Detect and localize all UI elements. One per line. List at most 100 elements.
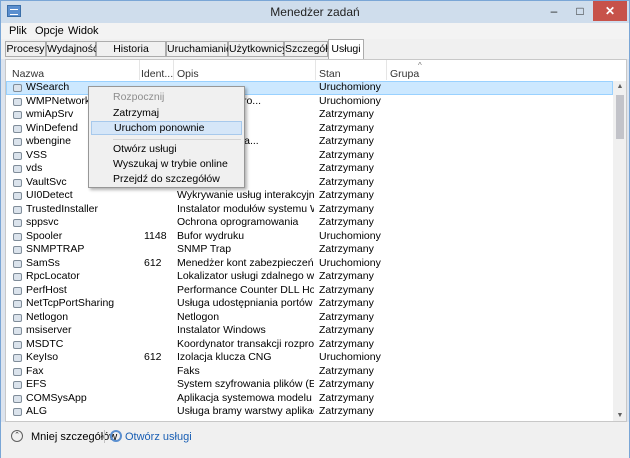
service-status: Zatrzymany (319, 310, 374, 323)
service-row[interactable]: RpcLocator Lokalizator usługi zdalnego wy… (6, 270, 613, 284)
service-description: Izolacja klucza CNG (177, 351, 272, 363)
tab-processes[interactable]: Procesy (5, 41, 46, 57)
service-description: Aplikacja systemowa modelu COM+ (177, 391, 314, 404)
service-row[interactable]: msiserver Instalator Windows Zatrzymany (6, 324, 613, 338)
menu-file[interactable]: Plik (9, 25, 27, 37)
service-name: sppsvc (26, 216, 59, 228)
tab-services[interactable]: Usługi (328, 39, 364, 59)
service-name: SNMPTRAP (26, 243, 85, 255)
service-icon (13, 84, 22, 92)
service-status: Zatrzymany (319, 162, 374, 174)
service-row[interactable]: KeyIso 612 Izolacja klucza CNG Uruchomiony (6, 351, 613, 365)
service-description: Lokalizator usługi zdalnego wywo... (177, 270, 314, 282)
column-pid[interactable]: Ident... (141, 68, 173, 80)
service-description: Menedżer kont zabezpieczeń (177, 256, 314, 269)
menu-options[interactable]: Opcje (35, 25, 64, 37)
column-divider[interactable] (139, 60, 140, 80)
tab-startup[interactable]: Uruchamianie (166, 41, 232, 57)
open-services-link[interactable]: Otwórz usługi (125, 431, 192, 443)
service-icon (13, 138, 22, 146)
column-divider[interactable] (386, 60, 387, 80)
service-icon (13, 367, 22, 376)
menu-view[interactable]: Widok (68, 25, 99, 37)
service-row[interactable]: COMSysApp Aplikacja systemowa modelu COM+… (6, 392, 613, 406)
service-row[interactable]: NetTcpPortSharing Usługa udostępniania po… (6, 297, 613, 311)
service-icon (13, 192, 22, 200)
service-row[interactable]: SNMPTRAP SNMP Trap Zatrzymany (6, 243, 613, 257)
service-row[interactable]: Netlogon Netlogon Zatrzymany (6, 311, 613, 325)
ctx-restart[interactable]: Uruchom ponownie (91, 121, 242, 135)
service-name: UI0Detect (26, 189, 73, 201)
menu-bar: Plik Opcje Widok (1, 23, 629, 39)
scroll-up-icon[interactable]: ▲ (613, 81, 626, 93)
column-group[interactable]: Grupa (390, 68, 419, 80)
service-row[interactable]: sppsvc Ochrona oprogramowania Zatrzymany (6, 216, 613, 230)
tab-users[interactable]: Użytkownicy (228, 41, 287, 57)
service-status: Zatrzymany (319, 324, 374, 336)
service-icon (13, 165, 22, 173)
service-icon (13, 381, 22, 389)
tab-performance[interactable]: Wydajność (46, 41, 98, 57)
service-status: Zatrzymany (319, 297, 374, 309)
column-divider[interactable] (173, 60, 174, 80)
tab-app-history[interactable]: Historia aplikacji (96, 41, 166, 70)
service-status: Zatrzymany (319, 108, 374, 120)
service-icon (13, 286, 22, 295)
service-icon (13, 178, 22, 187)
service-description: Bufor wydruku (177, 229, 245, 242)
chevron-up-icon[interactable]: ⌃ (11, 430, 23, 442)
service-icon (13, 259, 22, 268)
service-status: Zatrzymany (319, 135, 374, 147)
maximize-button[interactable]: □ (567, 1, 593, 21)
ctx-start[interactable]: Rozpocznij (91, 90, 242, 104)
column-status[interactable]: Stan (319, 68, 341, 80)
column-name[interactable]: Nazwa (12, 68, 44, 80)
service-row[interactable]: EFS System szyfrowania plików (EFS) Zatrzy… (6, 378, 613, 392)
column-description[interactable]: Opis (177, 68, 199, 80)
vertical-scrollbar[interactable]: ▲ ▼ (613, 81, 626, 421)
service-row[interactable]: MSDTC Koordynator transakcji rozproszo...… (6, 338, 613, 352)
service-name: NetTcpPortSharing (26, 297, 115, 309)
service-description: Instalator modułów systemu Win... (177, 202, 314, 215)
service-row[interactable]: PerfHost Performance Counter DLL Host Zatr… (6, 284, 613, 298)
service-status: Zatrzymany (319, 405, 374, 417)
scrollbar-thumb[interactable] (616, 95, 624, 139)
service-icon (13, 273, 22, 281)
service-name: MSDTC (26, 337, 64, 350)
service-icon (13, 111, 22, 119)
ctx-open-services[interactable]: Otwórz usługi (91, 142, 242, 156)
service-description: Netlogon (177, 310, 220, 323)
scroll-down-icon[interactable]: ▼ (613, 410, 626, 421)
service-status: Zatrzymany (319, 378, 374, 390)
close-button[interactable]: ✕ (593, 1, 627, 21)
minimize-button[interactable]: – (541, 1, 567, 21)
service-name: SamSs (26, 256, 60, 269)
service-status: Uruchomiony (319, 351, 381, 363)
service-status: Zatrzymany (319, 121, 374, 134)
service-status: Uruchomiony (319, 256, 381, 269)
service-row[interactable]: Spooler 1148 Bufor wydruku Uruchomiony (6, 230, 613, 244)
service-row[interactable]: ALG Usługa bramy warstwy aplikacji Zatrzym… (6, 405, 613, 419)
services-gear-icon[interactable] (110, 430, 122, 442)
service-status: Zatrzymany (319, 216, 374, 228)
service-row[interactable]: UI0Detect Wykrywanie usług interakcyjnych… (6, 189, 613, 203)
service-status: Zatrzymany (319, 189, 374, 201)
ctx-search-online[interactable]: Wyszukaj w trybie online (91, 157, 242, 171)
ctx-stop[interactable]: Zatrzymaj (91, 106, 242, 120)
ctx-go-to-details[interactable]: Przejdź do szczegółów (91, 172, 242, 186)
service-pid: 1148 (144, 229, 167, 242)
column-divider[interactable] (315, 60, 316, 80)
service-status: Zatrzymany (319, 148, 374, 161)
window-title: Menedżer zadań (270, 5, 360, 19)
service-pid: 612 (144, 256, 162, 269)
service-name: msiserver (26, 324, 72, 336)
service-pid: 612 (144, 351, 162, 363)
service-row[interactable]: SamSs 612 Menedżer kont zabezpieczeń Urucho… (6, 257, 613, 271)
tab-details[interactable]: Szczegóły (284, 41, 333, 57)
service-row[interactable]: TrustedInstaller Instalator modułów syste… (6, 203, 613, 217)
service-icon (13, 313, 22, 322)
service-row[interactable]: Fax Faks Zatrzymany (6, 365, 613, 379)
service-icon (13, 124, 22, 133)
title-bar[interactable]: Menedżer zadań – □ ✕ (1, 1, 629, 23)
service-icon (13, 232, 22, 241)
